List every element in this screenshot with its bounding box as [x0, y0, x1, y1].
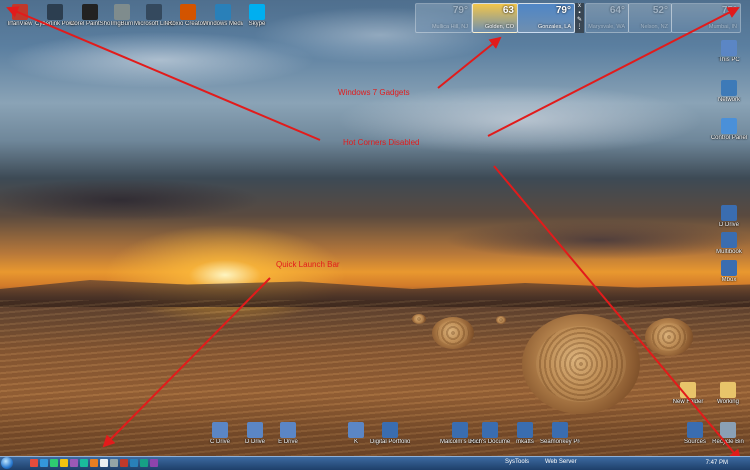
- quick-launch-icon[interactable]: [40, 459, 48, 467]
- taskbar-item-web-server[interactable]: Web Server: [545, 459, 577, 465]
- quick-launch-icon[interactable]: [100, 459, 108, 467]
- tray-clock[interactable]: 7:47 PM: [706, 458, 728, 468]
- quick-launch-icon[interactable]: [80, 459, 88, 467]
- arrow-to-bottom-right-corner: [493, 165, 742, 462]
- taskbar: SysTools Web Server 7:47 PM: [0, 456, 750, 470]
- quick-launch-icon[interactable]: [150, 459, 158, 467]
- quick-launch-icon[interactable]: [30, 459, 38, 467]
- arrow-to-top-right-corner: [487, 7, 740, 137]
- quick-launch-icon[interactable]: [90, 459, 98, 467]
- quick-launch-icon[interactable]: [140, 459, 148, 467]
- quick-launch-icon[interactable]: [130, 459, 138, 467]
- annotation-gadgets: Windows 7 Gadgets: [338, 88, 410, 97]
- quick-launch-icon[interactable]: [60, 459, 68, 467]
- annotation-hot-corners: Hot Corners Disabled: [343, 138, 420, 147]
- arrow-to-quick-launch: [102, 277, 271, 448]
- quick-launch-icon[interactable]: [120, 459, 128, 467]
- arrow-to-gadgets: [437, 36, 502, 89]
- annotation-quick-launch: Quick Launch Bar: [276, 260, 340, 269]
- arrow-to-top-left-corner: [6, 6, 321, 141]
- taskbar-item-systools[interactable]: SysTools: [505, 459, 529, 465]
- annotation-arrows: [6, 6, 742, 462]
- quick-launch-icon[interactable]: [50, 459, 58, 467]
- start-button[interactable]: [1, 457, 13, 469]
- quick-launch-icon[interactable]: [70, 459, 78, 467]
- quick-launch-icon[interactable]: [110, 459, 118, 467]
